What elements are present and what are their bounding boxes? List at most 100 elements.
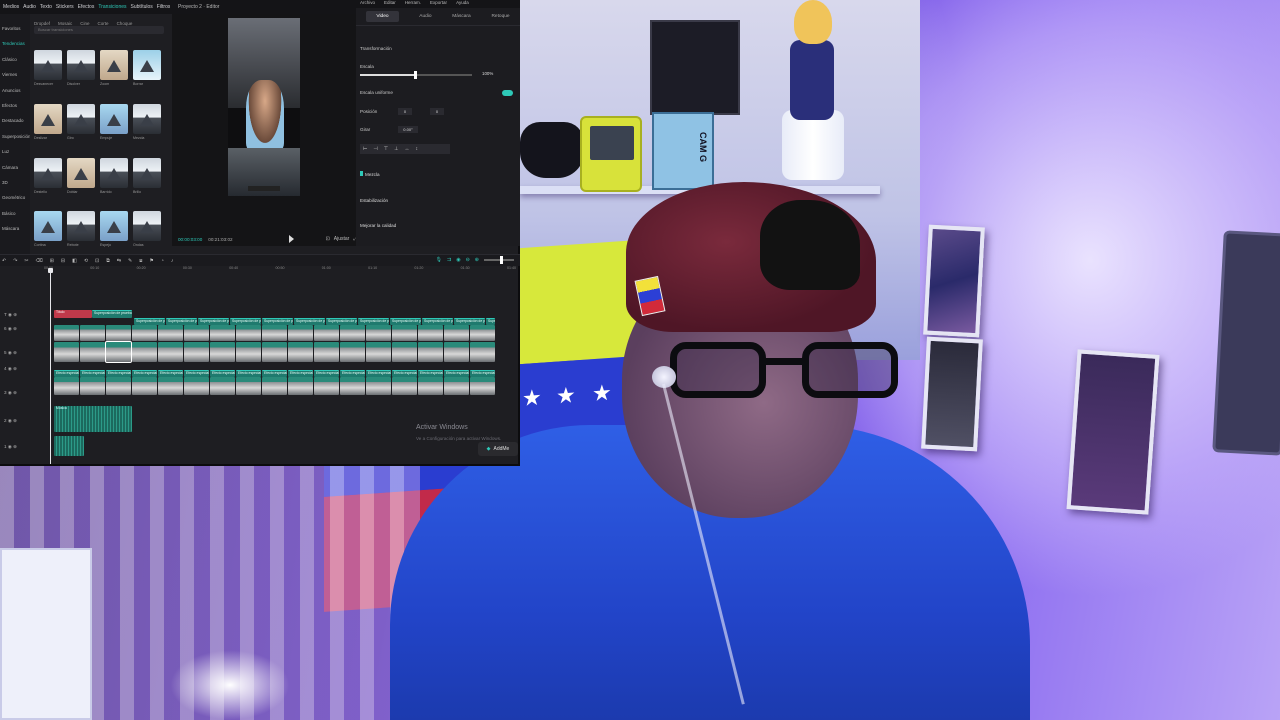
track-header[interactable]: T ◉ ⊕ <box>4 312 17 318</box>
video-clip[interactable] <box>262 377 287 395</box>
fx-clip[interactable]: Efecto especial sobre <box>418 370 443 377</box>
video-clip[interactable] <box>132 377 157 395</box>
toolbar-right-icon[interactable]: ⇉ <box>447 257 451 263</box>
category-item[interactable]: Geométrico <box>0 195 30 210</box>
media-tab-4[interactable]: Efectos <box>78 4 95 10</box>
transition-tile[interactable]: Cortina <box>34 211 62 249</box>
video-clip[interactable] <box>184 377 209 395</box>
transition-tile[interactable]: Borrar <box>133 50 161 88</box>
transition-tile[interactable]: Zoom <box>100 50 128 88</box>
media-tab-1[interactable]: Audio <box>23 4 36 10</box>
video-clip[interactable] <box>392 342 417 362</box>
position-y-field[interactable]: 0 <box>430 108 444 115</box>
video-clip[interactable] <box>132 325 157 341</box>
align-icon[interactable]: ⊤ <box>384 146 388 152</box>
toolbar-icon[interactable]: ◧ <box>72 258 77 264</box>
video-clip[interactable] <box>288 377 313 395</box>
video-clip[interactable] <box>54 325 79 341</box>
fx-clip[interactable]: Efecto especial sobre <box>54 370 79 377</box>
zoom-slider[interactable] <box>484 256 514 264</box>
toolbar-icon[interactable]: ✎ <box>128 258 132 264</box>
fx-clip[interactable]: Superposición de prueba <box>230 318 261 325</box>
fx-clip[interactable]: Efecto especial sobre <box>184 370 209 377</box>
fx-clip[interactable]: Superposición de prueba <box>486 318 495 325</box>
audio-clip[interactable] <box>54 436 84 456</box>
fx-clip[interactable]: Efecto especial sobre <box>132 370 157 377</box>
fx-clip[interactable]: Efecto especial sobre <box>366 370 391 377</box>
filter-item[interactable]: Cine <box>80 21 89 26</box>
video-clip[interactable] <box>54 377 79 395</box>
fx-clip[interactable]: Efecto especial sobre <box>444 370 469 377</box>
toolbar-right-icon[interactable]: ⊖ <box>466 257 470 263</box>
top-menu-item-4[interactable]: Ayuda <box>456 0 469 8</box>
category-item[interactable]: Anuncios <box>0 88 30 103</box>
video-clip[interactable] <box>470 377 495 395</box>
category-item[interactable]: Cámara <box>0 165 30 180</box>
transition-tile[interactable]: Giro <box>67 103 95 142</box>
video-clip[interactable] <box>80 342 105 362</box>
video-clip[interactable] <box>288 342 313 362</box>
position-x-field[interactable]: 0 <box>398 108 412 115</box>
transition-tile[interactable]: Rebote <box>67 211 95 249</box>
audio-clip[interactable]: Música <box>54 406 132 432</box>
track-header[interactable]: 4 ◉ ⊕ <box>4 366 17 372</box>
playhead[interactable] <box>48 268 53 464</box>
fx-clip[interactable]: Superposición de prueba <box>198 318 229 325</box>
transition-tile[interactable]: Espejo <box>100 211 128 249</box>
track-header[interactable]: 3 ◉ ⊕ <box>4 390 17 396</box>
title-clip[interactable]: Título <box>54 310 92 318</box>
video-clip[interactable] <box>106 325 131 341</box>
top-menu-item-2[interactable]: Herram. <box>405 0 421 8</box>
fx-clip[interactable]: Superposición de prueba <box>92 310 132 318</box>
video-clip[interactable] <box>236 325 261 341</box>
media-tab-0[interactable]: Medios <box>3 4 19 10</box>
media-tab-3[interactable]: Stickers <box>56 4 74 10</box>
toolbar-icon[interactable]: ⟲ <box>84 258 88 264</box>
video-clip[interactable] <box>262 342 287 362</box>
fx-clip[interactable]: Efecto especial sobre <box>210 370 235 377</box>
toolbar-icon[interactable]: ⇆ <box>117 258 121 264</box>
fx-clip[interactable]: Efecto especial sobre <box>236 370 261 377</box>
video-clip[interactable] <box>184 342 209 362</box>
category-item[interactable]: Básico <box>0 211 30 226</box>
video-clip[interactable] <box>314 342 339 362</box>
search-input[interactable]: Buscar transiciones <box>34 26 164 34</box>
fx-clip[interactable]: Superposición de prueba <box>166 318 197 325</box>
video-clip[interactable] <box>366 342 391 362</box>
category-item[interactable]: Luz <box>0 149 30 164</box>
video-clip[interactable] <box>340 342 365 362</box>
track-header[interactable]: 1 ◉ ⊕ <box>4 444 17 450</box>
transition-tile[interactable]: Disolver <box>67 50 95 88</box>
uniform-scale-toggle[interactable] <box>502 90 513 96</box>
toolbar-icon[interactable]: ↷ <box>13 258 17 264</box>
blend-section[interactable]: Mezcla <box>360 171 380 177</box>
top-menu-item-0[interactable]: Archivo <box>360 0 375 8</box>
toolbar-icon[interactable]: ⧉ <box>106 258 110 264</box>
video-clip[interactable] <box>210 342 235 362</box>
preview-tool[interactable]: ⊡ <box>326 236 330 242</box>
fx-clip[interactable]: Superposición de prueba <box>326 318 357 325</box>
fx-clip[interactable]: Superposición de prueba <box>454 318 485 325</box>
fx-clip[interactable]: Superposición de prueba <box>422 318 453 325</box>
scale-value[interactable]: 100% <box>482 71 493 76</box>
video-clip[interactable] <box>236 377 261 395</box>
fx-clip[interactable]: Efecto especial sobre <box>288 370 313 377</box>
fx-clip[interactable]: Efecto especial sobre <box>314 370 339 377</box>
toolbar-icon[interactable]: ✂ <box>24 258 28 264</box>
transition-tile[interactable]: Barrido <box>100 157 128 196</box>
fx-clip[interactable]: Efecto especial sobre <box>106 370 131 377</box>
video-clip[interactable] <box>132 342 157 362</box>
toolbar-icon[interactable]: ⊟ <box>61 258 65 264</box>
filter-item[interactable]: Dropdef <box>34 21 50 26</box>
timeline-ruler[interactable]: 00:0000:1000:2000:3000:4000:5001:0001:10… <box>40 266 520 274</box>
category-item[interactable]: Destacado <box>0 118 30 133</box>
category-item[interactable]: Máscara <box>0 226 30 241</box>
fx-clip[interactable]: Efecto especial sobre <box>158 370 183 377</box>
property-tab[interactable]: Máscara <box>452 14 470 19</box>
toolbar-icon[interactable]: ⌫ <box>36 258 43 264</box>
video-clip[interactable] <box>236 342 261 362</box>
quality-section[interactable]: Mejorar la calidad <box>360 223 396 228</box>
video-clip[interactable] <box>106 377 131 395</box>
transition-tile[interactable]: Empuje <box>100 103 128 142</box>
rotate-field[interactable]: 0.00° <box>398 126 418 133</box>
